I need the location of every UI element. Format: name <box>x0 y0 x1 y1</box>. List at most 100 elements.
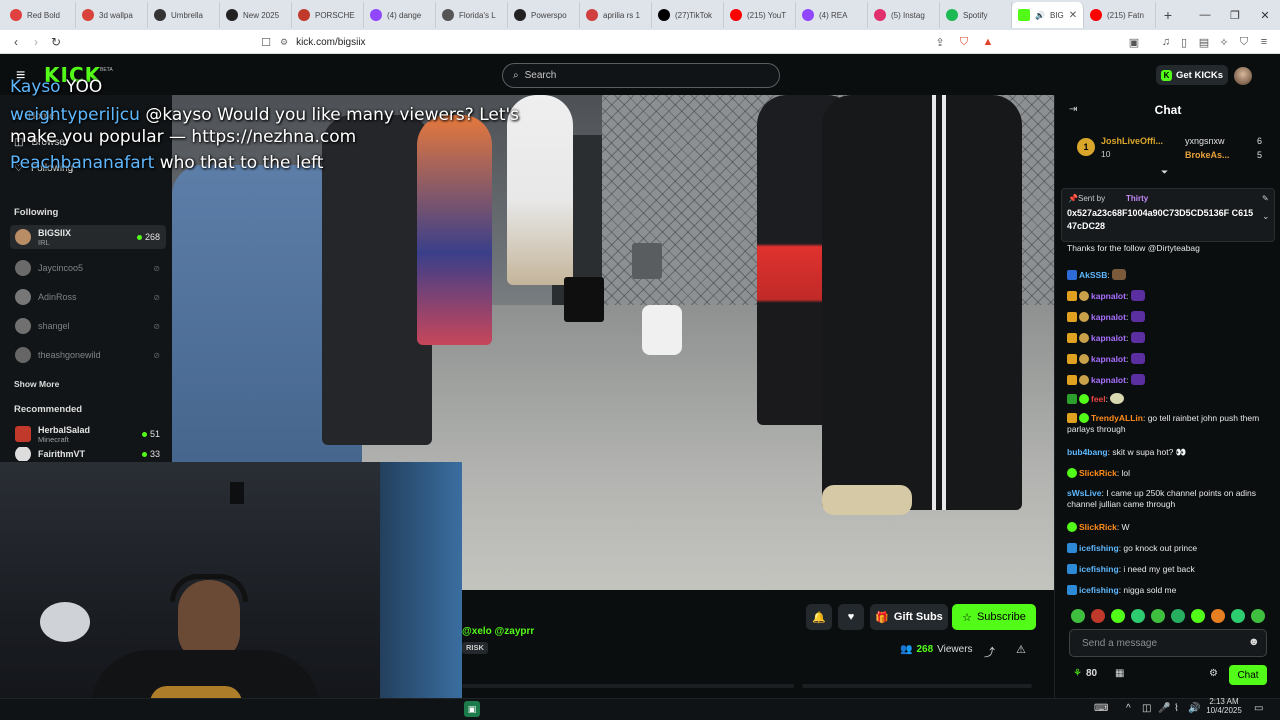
menu-icon[interactable]: ≡ <box>1256 34 1272 50</box>
notification-icon[interactable]: ▭ <box>1254 703 1263 714</box>
chat-username[interactable]: kapnalot <box>1091 375 1126 385</box>
reader-icon[interactable]: ▣ <box>1126 34 1142 50</box>
chat-username[interactable]: kapnalot <box>1091 291 1126 301</box>
emote-icon[interactable] <box>1211 609 1225 623</box>
emote-icon[interactable] <box>1231 609 1245 623</box>
emote-icon[interactable] <box>1191 609 1205 623</box>
share-icon[interactable]: ⇪ <box>932 34 948 50</box>
browser-tab[interactable]: Florida's L <box>436 2 508 28</box>
unpin-icon[interactable]: ✎ <box>1262 194 1269 203</box>
browser-tab[interactable]: PORSCHE <box>292 2 364 28</box>
emote-icon[interactable] <box>1151 609 1165 623</box>
browser-tab[interactable]: Umbrella <box>148 2 220 28</box>
keyboard-icon[interactable]: ⌨ <box>1094 703 1108 714</box>
share-icon[interactable]: ⤴ <box>984 644 995 660</box>
browser-tab[interactable]: Red Bold <box>4 2 76 28</box>
browser-tab[interactable]: Powerspo <box>508 2 580 28</box>
chat-username[interactable]: icefishing <box>1079 585 1119 595</box>
follow-heart-icon[interactable]: ♥ <box>838 604 864 630</box>
chat-settings-icon[interactable]: ⚙ <box>1209 668 1218 679</box>
leo-icon[interactable]: ✧ <box>1216 34 1232 50</box>
pinned-sender[interactable]: Thirty <box>1126 194 1148 203</box>
subscribe-button[interactable]: ☆ Subscribe <box>952 604 1036 630</box>
gift-subs-button[interactable]: 🎁 Gift Subs <box>870 604 948 630</box>
stream-title-tags[interactable]: @xelo @zayprr <box>462 626 534 637</box>
chat-username[interactable]: SlickRick <box>1079 522 1117 532</box>
search-input[interactable]: ⌕ Search <box>502 63 780 88</box>
emote-icon[interactable] <box>1251 609 1265 623</box>
emote-icon[interactable] <box>1111 609 1125 623</box>
chevron-up-icon[interactable]: ^ <box>1126 703 1131 714</box>
new-tab-button[interactable]: + <box>1156 2 1180 28</box>
chat-username[interactable]: kapnalot <box>1091 333 1126 343</box>
sidebar-item-herbalsalad[interactable]: HerbalSalad Minecraft 51 <box>10 422 166 446</box>
leaderboard-name[interactable]: BrokeAs... <box>1185 150 1230 160</box>
report-icon[interactable]: ⚠ <box>1016 643 1026 656</box>
leaderboard-name[interactable]: JoshLiveOffi... <box>1101 136 1163 146</box>
leaderboard-name[interactable]: yxngsnxw <box>1185 136 1225 146</box>
taskbar-app-icon[interactable]: ▣ <box>464 701 480 717</box>
chat-username[interactable]: kapnalot <box>1091 354 1126 364</box>
chat-username[interactable]: AkSSB <box>1079 270 1107 280</box>
sidebar-item-jaycincoo5[interactable]: Jaycincoo5 ⊘ <box>10 256 166 280</box>
browser-tab[interactable]: (5) Instag <box>868 2 940 28</box>
emote-icon[interactable] <box>1091 609 1105 623</box>
browser-tab[interactable]: Spotify <box>940 2 1012 28</box>
close-window-icon[interactable]: ✕ <box>1250 0 1280 30</box>
brave-shield-icon[interactable]: ⛉ <box>956 34 972 50</box>
send-chat-button[interactable]: Chat <box>1229 665 1267 685</box>
reload-icon[interactable]: ↻ <box>46 32 66 52</box>
browser-tab-active[interactable]: 🔊 BIG ✕ <box>1012 2 1084 28</box>
chat-username[interactable]: sWsLive <box>1067 488 1102 498</box>
sidebar-item-bigsiix[interactable]: BIGSIIX IRL 268 <box>10 225 166 249</box>
browser-tab[interactable]: (215) YouT <box>724 2 796 28</box>
close-tab-icon[interactable]: ✕ <box>1069 10 1077 21</box>
volume-icon[interactable]: 🔊 <box>1188 703 1200 714</box>
browser-tab[interactable]: (4) REA <box>796 2 868 28</box>
browser-tab[interactable]: aprilia rs 1 <box>580 2 652 28</box>
sidebar-item-shangel[interactable]: shangel ⊘ <box>10 314 166 338</box>
minimize-icon[interactable]: — <box>1190 0 1220 30</box>
rewards-store-icon[interactable]: ▦ <box>1115 668 1124 679</box>
chat-username[interactable]: icefishing <box>1079 564 1119 574</box>
back-icon[interactable]: ‹ <box>6 32 26 52</box>
browser-tab[interactable]: (4) dange <box>364 2 436 28</box>
chat-username[interactable]: icefishing <box>1079 543 1119 553</box>
chat-username[interactable]: TrendyALLin <box>1091 413 1143 423</box>
chat-username[interactable]: SlickRick <box>1079 468 1117 478</box>
forward-icon[interactable]: › <box>26 32 46 52</box>
stream-tag[interactable]: RISK <box>462 642 488 654</box>
chat-username[interactable]: feel <box>1091 394 1106 404</box>
sidebar-item-adinross[interactable]: AdinRoss ⊘ <box>10 285 166 309</box>
vpn-icon[interactable]: ⛉ <box>1236 34 1252 50</box>
wifi-icon[interactable]: ⌇ <box>1174 703 1179 714</box>
chevron-down-icon[interactable]: ⌄ <box>1262 211 1270 222</box>
emote-icon[interactable] <box>1071 609 1085 623</box>
emote-icon[interactable] <box>1171 609 1185 623</box>
site-settings-icon[interactable]: ⚙ <box>280 37 288 48</box>
sidebar-item-fairithmvt[interactable]: FairithmVT 33 <box>10 447 166 461</box>
browser-tab[interactable]: New 2025 <box>220 2 292 28</box>
notification-bell-icon[interactable]: 🔔 <box>806 604 832 630</box>
url-field[interactable]: ⚙ kick.com/bigsiix <box>280 34 366 50</box>
chat-username[interactable]: bub4bang <box>1067 447 1108 457</box>
chat-message-input[interactable]: Send a message ☻ <box>1069 629 1267 657</box>
emote-icon[interactable] <box>1131 609 1145 623</box>
chat-username[interactable]: kapnalot <box>1091 312 1126 322</box>
channel-points[interactable]: ⚘ 80 <box>1073 668 1097 679</box>
sidebar-item-theashgonewild[interactable]: theashgonewild ⊘ <box>10 343 166 367</box>
sidebar-toggle-icon[interactable]: ▯ <box>1176 34 1192 50</box>
wallet-icon[interactable]: ▤ <box>1196 34 1212 50</box>
browser-tab[interactable]: 3d wallpa <box>76 2 148 28</box>
bookmark-icon[interactable]: ☐ <box>258 34 274 50</box>
show-more-link[interactable]: Show More <box>14 379 59 389</box>
emoji-picker-icon[interactable]: ☻ <box>1248 636 1260 648</box>
user-avatar[interactable] <box>1234 67 1252 85</box>
browser-tab[interactable]: (215) Fatn <box>1084 2 1156 28</box>
taskbar-clock[interactable]: 2:13 AM 10/4/2025 <box>1204 697 1244 715</box>
rewards-icon[interactable]: ▲ <box>980 34 996 50</box>
meet-icon[interactable]: ◫ <box>1142 703 1151 714</box>
restore-icon[interactable]: ❐ <box>1220 0 1250 30</box>
music-icon[interactable]: ♫ <box>1158 34 1174 50</box>
expand-leaderboard-icon[interactable]: ⏷ <box>1161 167 1168 178</box>
